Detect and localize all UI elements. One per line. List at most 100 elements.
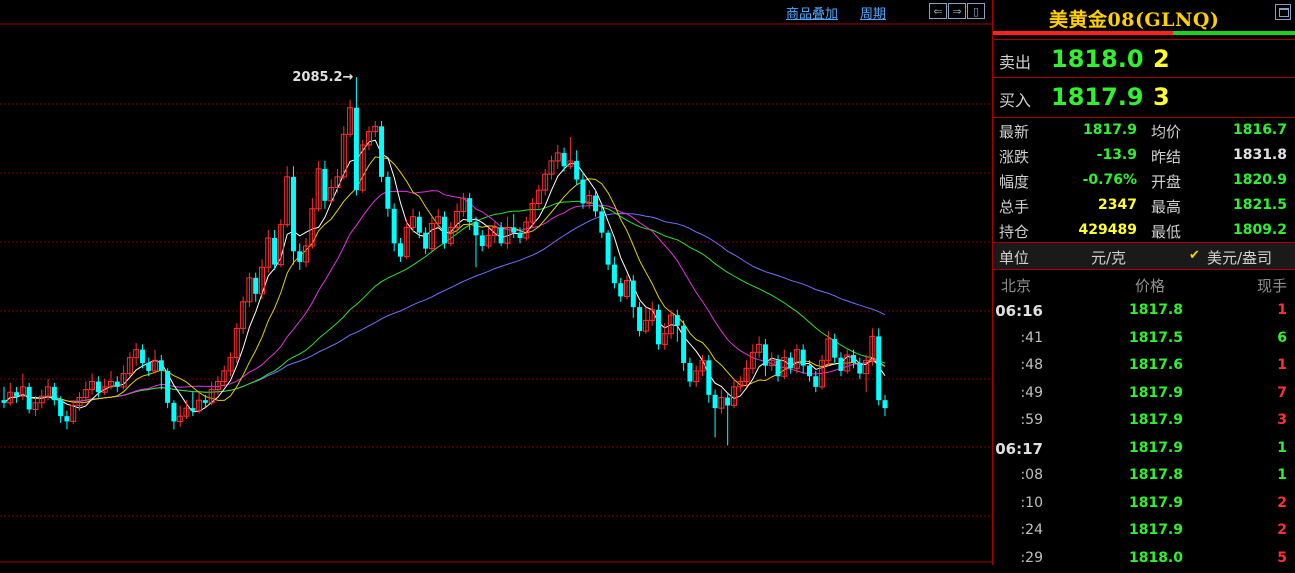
candle-down <box>656 310 661 345</box>
candlestick-chart[interactable]: 2085.2→ 商品叠加 周期 ⇐ ⇒ ▯ <box>0 0 992 565</box>
tick-time: :41 <box>993 330 1043 346</box>
candle-down <box>159 360 164 371</box>
panel-header: 美黄金08(GLNQ) <box>993 0 1295 31</box>
candle-down <box>58 400 63 416</box>
candle-down <box>618 283 623 296</box>
tick-price: 1817.8 <box>1129 467 1183 483</box>
tick-head-qty: 现手 <box>1257 275 1287 296</box>
candle-down <box>442 217 447 244</box>
stat-value: 1831.8 <box>1233 147 1287 163</box>
stat-label: 均价 <box>1151 121 1181 142</box>
candle-down <box>354 108 359 190</box>
chart-canvas: 2085.2→ <box>0 0 992 565</box>
candle-down <box>857 363 862 374</box>
candle-down <box>763 344 768 365</box>
stats-table: 最新1817.9均价1816.7涨跌-13.9昨结1831.8幅度-0.76%开… <box>993 117 1295 243</box>
quote-panel: 美黄金08(GLNQ) 卖出 1818.0 2 买入 1817.9 3 最新18… <box>992 0 1295 565</box>
tick-row: :081817.81 <box>993 463 1295 491</box>
unit-alt[interactable]: 美元/盎司 <box>1207 247 1272 268</box>
candle-down <box>725 398 730 406</box>
stat-row: 最新1817.9均价1816.7 <box>993 118 1295 143</box>
stat-value: -13.9 <box>1097 147 1137 163</box>
candle-down <box>115 382 120 387</box>
maximize-icon[interactable] <box>1275 4 1291 20</box>
stat-value: 1816.7 <box>1233 122 1287 138</box>
tick-head-price: 价格 <box>1135 275 1165 296</box>
tick-price: 1817.9 <box>1129 522 1183 538</box>
nav-right-icon[interactable]: ⇒ <box>948 3 966 19</box>
candle-down <box>2 400 7 403</box>
tick-time: :48 <box>993 357 1043 373</box>
bid-label: 买入 <box>999 87 1031 111</box>
tick-row: :481817.61 <box>993 353 1295 381</box>
candle-down <box>801 350 806 366</box>
tick-row: :491817.97 <box>993 381 1295 409</box>
candle-down <box>838 358 843 371</box>
candle-down <box>599 211 604 232</box>
tick-time: :49 <box>993 385 1043 401</box>
candle-down <box>165 371 170 403</box>
tick-price: 1817.9 <box>1129 385 1183 401</box>
candle-down <box>171 403 176 422</box>
candle-down <box>499 227 504 243</box>
tick-list[interactable]: 北京 价格 现手 06:161817.81:411817.56:481817.6… <box>993 272 1295 573</box>
candle-down <box>322 169 327 201</box>
tick-price: 1817.9 <box>1129 440 1183 456</box>
ask-label: 卖出 <box>999 49 1031 73</box>
tick-qty: 6 <box>1277 330 1287 346</box>
bid-row: 买入 1817.9 3 <box>993 77 1295 115</box>
stat-row: 涨跌-13.9昨结1831.8 <box>993 143 1295 168</box>
candle-down <box>64 416 69 421</box>
panel-toggle-icon[interactable]: ▯ <box>967 3 985 19</box>
tick-header: 北京 价格 现手 <box>993 272 1295 298</box>
tick-time: 06:16 <box>993 302 1043 320</box>
candle-down <box>593 195 598 211</box>
stat-label: 总手 <box>999 196 1029 217</box>
candle-down <box>606 233 611 265</box>
tick-row: :29 1818.0 5 <box>993 546 1295 573</box>
candle-down <box>813 376 818 387</box>
tick-price: 1818.0 <box>1129 550 1183 566</box>
candle-down <box>580 180 585 204</box>
candle-down <box>140 350 145 363</box>
candle-down <box>14 392 19 396</box>
tick-row: :591817.93 <box>993 408 1295 436</box>
tick-time: 06:17 <box>993 440 1043 458</box>
stat-value: 1809.2 <box>1233 222 1287 238</box>
tick-qty: 2 <box>1277 522 1287 538</box>
stat-label: 昨结 <box>1151 146 1181 167</box>
period-link[interactable]: 周期 <box>860 7 886 22</box>
unit-value[interactable]: 元/克 <box>1091 247 1126 268</box>
candle-down <box>190 408 195 411</box>
nav-left-icon[interactable]: ⇐ <box>929 3 947 19</box>
tick-qty: 5 <box>1277 550 1287 566</box>
tick-time: :29 <box>993 550 1043 566</box>
stat-row: 持仓429489最低1809.2 <box>993 218 1295 243</box>
candle-down <box>687 363 692 382</box>
candle-down <box>807 366 812 377</box>
candle-down <box>675 315 680 326</box>
stat-value: 2347 <box>1098 197 1137 213</box>
stat-label: 开盘 <box>1151 171 1181 192</box>
candle-down <box>518 233 523 238</box>
stat-label: 持仓 <box>999 221 1029 242</box>
check-icon[interactable]: ✔ <box>1189 248 1200 263</box>
stat-value: 1820.9 <box>1233 172 1287 188</box>
tick-price: 1817.9 <box>1129 495 1183 511</box>
candle-down <box>574 161 579 180</box>
candle-down <box>713 395 718 408</box>
candle-down <box>52 387 57 400</box>
candle-down <box>851 355 856 363</box>
candle-down <box>776 360 781 376</box>
candle-down <box>146 363 151 371</box>
candle-down <box>480 235 485 246</box>
tick-time: :10 <box>993 495 1043 511</box>
tick-qty: 1 <box>1277 357 1287 373</box>
buy-sell-ratio-bar-green <box>1173 31 1295 35</box>
candle-down <box>562 153 567 166</box>
stat-label: 幅度 <box>999 171 1029 192</box>
overlay-link[interactable]: 商品叠加 <box>786 7 838 22</box>
unit-row: 单位 元/克 ✔ 美元/盎司 <box>993 242 1295 270</box>
candle-down <box>473 222 478 235</box>
candle-down <box>203 400 208 403</box>
